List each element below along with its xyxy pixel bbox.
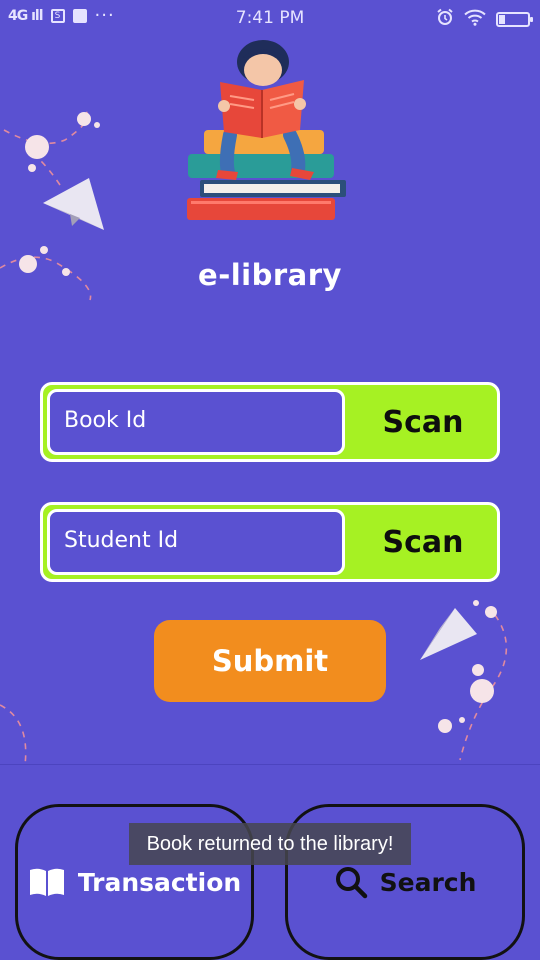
wifi-icon — [464, 9, 486, 30]
bottom-divider — [0, 764, 540, 765]
search-icon — [334, 865, 368, 899]
alarm-icon — [436, 8, 454, 30]
student-id-scan-button[interactable]: Scan — [349, 505, 497, 579]
book-icon — [28, 866, 66, 898]
status-right — [436, 8, 533, 30]
tab-search-label: Search — [379, 867, 477, 897]
battery-level — [499, 14, 505, 24]
toast-message: Book returned to the library! — [129, 823, 411, 865]
paper-plane-icon — [43, 178, 104, 230]
book-id-scan-button[interactable]: Scan — [349, 385, 497, 459]
book-id-row: Book Id Scan — [40, 382, 500, 462]
student-id-input[interactable]: Student Id — [47, 509, 345, 575]
submit-button[interactable]: Submit — [154, 620, 386, 702]
tab-transaction-label: Transaction — [77, 867, 242, 897]
paper-plane-icon — [420, 608, 477, 660]
student-id-row: Student Id Scan — [40, 502, 500, 582]
reading-kid-illustration — [187, 40, 346, 220]
status-bar: 4G ıll S ··· 7:41 PM — [0, 0, 540, 36]
app-title: e-library — [198, 258, 342, 292]
book-id-input[interactable]: Book Id — [47, 389, 345, 455]
battery-icon — [496, 11, 533, 27]
